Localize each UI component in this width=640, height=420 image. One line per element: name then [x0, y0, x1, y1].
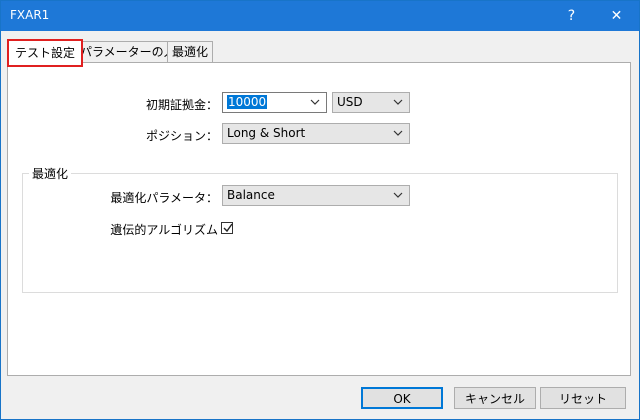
tab-test-settings[interactable]: テスト設定: [7, 39, 84, 67]
genetic-algorithm-label: 遺伝的アルゴリズム: [110, 223, 218, 237]
chevron-down-icon: [393, 130, 403, 136]
genetic-algorithm-checkbox[interactable]: [221, 222, 233, 234]
ok-button[interactable]: OK: [361, 387, 443, 409]
cancel-button[interactable]: キャンセル: [454, 387, 536, 409]
currency-value: USD: [337, 95, 363, 109]
optimization-param-select[interactable]: Balance: [222, 185, 410, 206]
title-bar[interactable]: FXAR1 ? ✕: [1, 1, 639, 31]
close-button[interactable]: ✕: [594, 1, 639, 31]
initial-margin-label: 初期証拠金：: [145, 98, 218, 112]
reset-button[interactable]: リセット: [540, 387, 626, 409]
optimization-param-value: Balance: [227, 188, 275, 202]
initial-margin-field[interactable]: 10000: [222, 92, 327, 113]
checkmark-icon: [223, 223, 233, 233]
help-button[interactable]: ?: [549, 1, 594, 31]
window-title: FXAR1: [10, 8, 50, 22]
chevron-down-icon: [393, 99, 403, 105]
chevron-down-icon: [393, 192, 403, 198]
dialog-window: FXAR1 ? ✕ テスト設定 パラメーターの入力 最適化 初期証拠金： 100…: [0, 0, 640, 420]
position-select[interactable]: Long & Short: [222, 123, 410, 144]
currency-select[interactable]: USD: [332, 92, 410, 113]
optimization-param-label: 最適化パラメータ：: [110, 191, 218, 205]
tab-optimization[interactable]: 最適化: [167, 41, 214, 63]
tab-panel: 初期証拠金： 10000 USD ポジション： Long & Short 最適化…: [7, 62, 631, 376]
position-label: ポジション：: [145, 129, 218, 143]
position-value: Long & Short: [227, 126, 306, 140]
chevron-down-icon[interactable]: [310, 97, 320, 107]
optimization-group-title: 最適化: [29, 165, 72, 182]
initial-margin-value: 10000: [227, 95, 268, 109]
